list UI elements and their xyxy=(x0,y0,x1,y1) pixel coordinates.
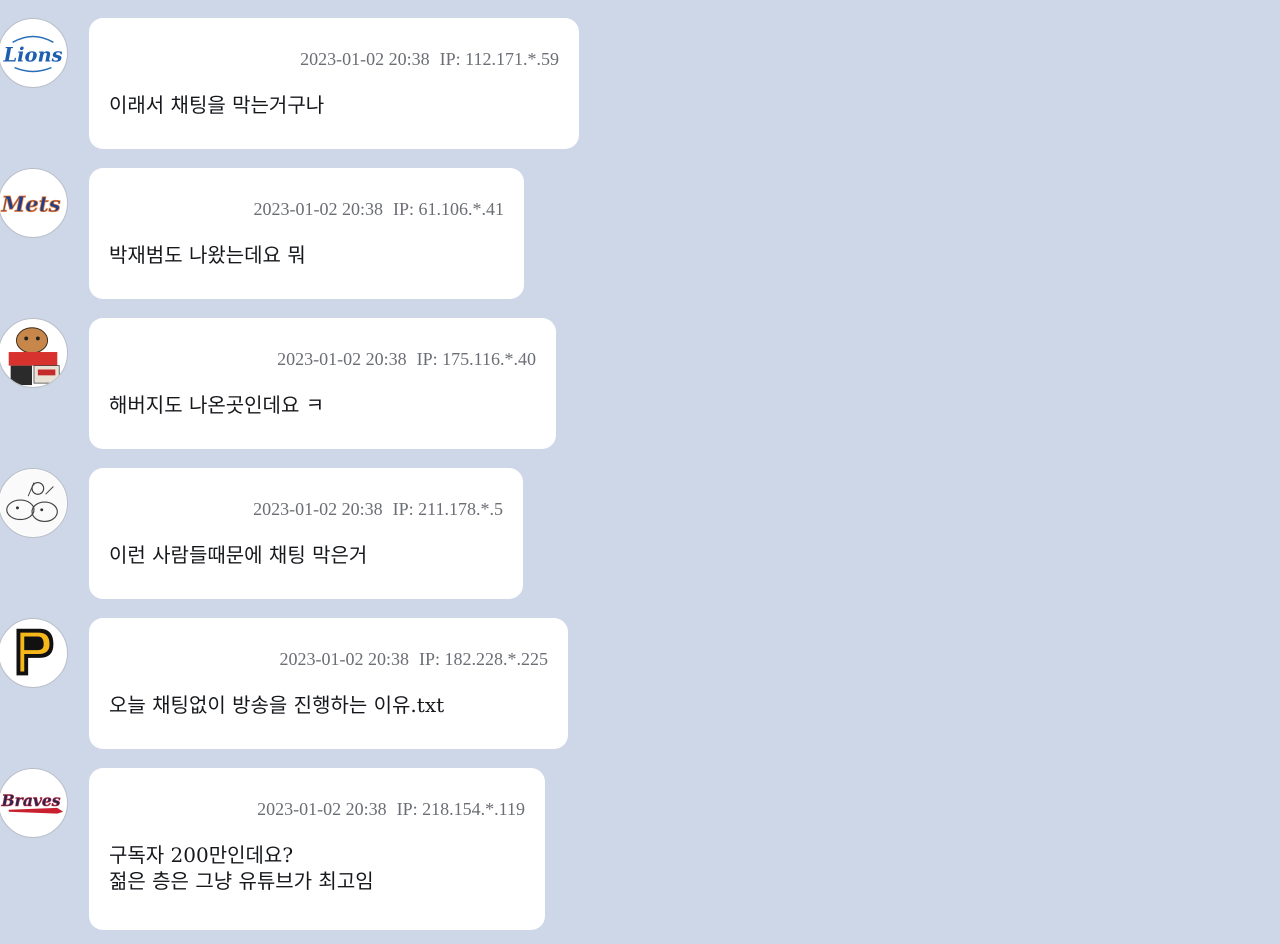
comment-text-line: 젊은 층은 그냥 유튜브가 최고임 xyxy=(109,869,374,893)
mets-logo-icon[interactable]: Mets xyxy=(0,168,68,238)
cartoon-sketch-icon[interactable] xyxy=(0,468,68,538)
comment-text: 오늘 채팅없이 방송을 진행하는 이유.txt xyxy=(109,693,445,717)
braves-logo-icon[interactable]: Braves xyxy=(0,768,68,838)
comment-timestamp: 2023-01-02 20:38 xyxy=(279,649,409,669)
comment-ip: IP: 211.178.*.5 xyxy=(392,499,503,519)
comment-text: 해버지도 나온곳인데요 ㅋ xyxy=(109,393,325,417)
comment-timestamp: 2023-01-02 20:38 xyxy=(257,799,387,819)
comment-timestamp: 2023-01-02 20:38 xyxy=(253,499,383,519)
lions-logo-icon[interactable]: Lions xyxy=(0,18,68,88)
comment-ip: IP: 218.154.*.119 xyxy=(396,799,525,819)
comment-text-line: 구독자 200만인데요? xyxy=(109,843,294,867)
comment-text: 구독자 200만인데요? 젊은 층은 그냥 유튜브가 최고임 xyxy=(109,842,525,894)
comment-bubble: 2023-01-02 20:38 IP: 182.228.*.225 오늘 채팅없… xyxy=(89,618,568,749)
comment-meta: 2023-01-02 20:38 IP: 112.171.*.59 xyxy=(109,48,559,70)
comment-feed: Lions 2023-01-02 20:38 IP: 112.171.*.59 이… xyxy=(0,0,1280,944)
comment-ip: IP: 112.171.*.59 xyxy=(439,49,559,69)
svg-text:Mets: Mets xyxy=(0,193,60,218)
comment-ip: IP: 182.228.*.225 xyxy=(418,649,548,669)
comment-meta: 2023-01-02 20:38 IP: 175.116.*.40 xyxy=(109,348,536,370)
comment-ip: IP: 61.106.*.41 xyxy=(392,199,504,219)
comment-text: 박재범도 나왔는데요 뭐 xyxy=(109,243,306,267)
tiger-mascot-icon[interactable] xyxy=(0,318,68,388)
comment-meta: 2023-01-02 20:38 IP: 182.228.*.225 xyxy=(109,648,548,670)
pirates-p-logo-icon[interactable] xyxy=(0,618,68,688)
comment-bubble: 2023-01-02 20:38 IP: 211.178.*.5 이런 사람들때문… xyxy=(89,468,523,599)
comment-timestamp: 2023-01-02 20:38 xyxy=(253,199,383,219)
comment-meta: 2023-01-02 20:38 IP: 211.178.*.5 xyxy=(109,498,503,520)
comment-bubble: 2023-01-02 20:38 IP: 112.171.*.59 이래서 채팅을… xyxy=(89,18,579,149)
comment-meta: 2023-01-02 20:38 IP: 61.106.*.41 xyxy=(109,198,504,220)
comment-bubble: 2023-01-02 20:38 IP: 61.106.*.41 박재범도 나왔는… xyxy=(89,168,524,299)
comment-timestamp: 2023-01-02 20:38 xyxy=(300,49,430,69)
svg-text:Lions: Lions xyxy=(3,44,63,67)
comment-bubble: 2023-01-02 20:38 IP: 218.154.*.119 구독자 20… xyxy=(89,768,545,930)
comment-text: 이런 사람들때문에 채팅 막은거 xyxy=(109,543,368,567)
comment-meta: 2023-01-02 20:38 IP: 218.154.*.119 xyxy=(109,798,525,820)
svg-text:Braves: Braves xyxy=(1,791,61,810)
comment-timestamp: 2023-01-02 20:38 xyxy=(277,349,407,369)
comment-bubble: 2023-01-02 20:38 IP: 175.116.*.40 해버지도 나온… xyxy=(89,318,556,449)
comment-text: 이래서 채팅을 막는거구나 xyxy=(109,93,325,117)
comment-ip: IP: 175.116.*.40 xyxy=(416,349,536,369)
